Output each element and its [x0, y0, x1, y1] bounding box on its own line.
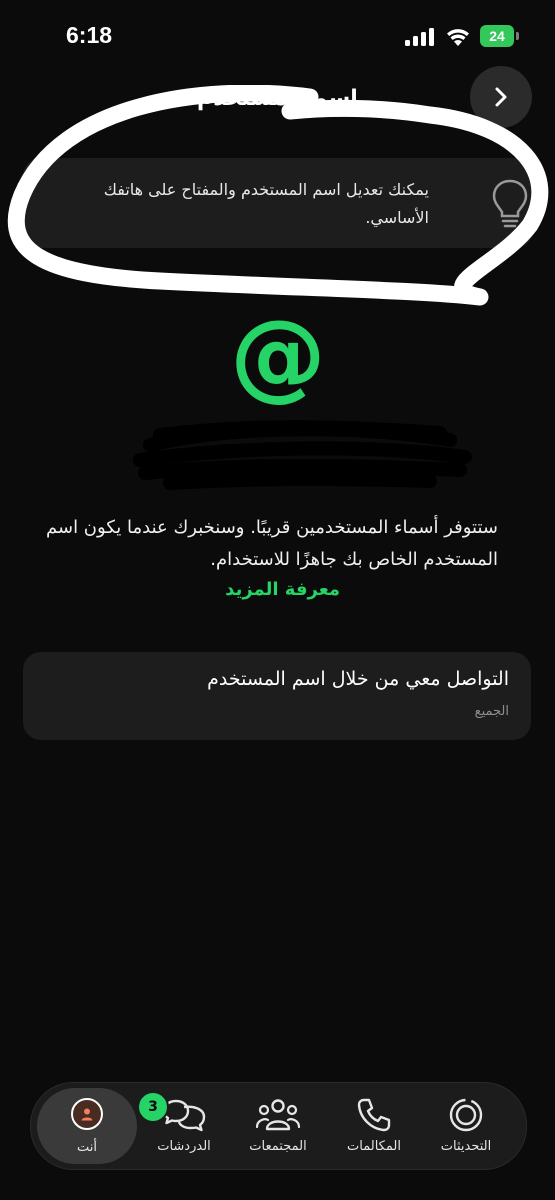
username-info-text: ستتوفر أسماء المستخدمين قريبًا. وسنخبرك …	[46, 517, 498, 570]
bottom-nav: أنت الدردشات 3 المجتمعات المكالمات التحد…	[30, 1082, 527, 1170]
tip-text: يمكنك تعديل اسم المستخدم والمفتاح على ها…	[103, 180, 429, 227]
nav-item-updates[interactable]: التحديثات	[421, 1083, 511, 1169]
phone-icon	[357, 1098, 391, 1132]
battery-cap	[516, 32, 519, 40]
status-indicators: 24	[405, 24, 523, 50]
setting-value: الجميع	[474, 704, 509, 719]
nav-label-you: أنت	[77, 1140, 97, 1155]
nav-label-chats: الدردشات	[157, 1139, 211, 1154]
redacted-username	[133, 420, 472, 490]
nav-label-communities: المجتمعات	[249, 1139, 307, 1154]
cellular-signal-icon	[405, 28, 435, 46]
lightbulb-icon	[492, 179, 528, 228]
learn-more-link[interactable]: معرفة المزيد	[150, 574, 340, 606]
nav-item-you[interactable]: أنت	[37, 1088, 137, 1164]
wifi-icon	[447, 29, 469, 46]
avatar-icon	[71, 1098, 103, 1130]
username-contact-setting[interactable]: التواصل معي من خلال اسم المستخدم الجميع	[23, 652, 531, 740]
status-updates-icon	[449, 1098, 483, 1132]
setting-title: التواصل معي من خلال اسم المستخدم	[207, 668, 509, 690]
at-sign-icon: @	[230, 299, 326, 411]
chevron-right-icon	[495, 87, 507, 107]
battery-level: 24	[480, 25, 514, 47]
nav-label-updates: التحديثات	[440, 1139, 492, 1154]
nav-item-calls[interactable]: المكالمات	[329, 1083, 419, 1169]
nav-label-calls: المكالمات	[347, 1139, 401, 1154]
chats-icon	[162, 1099, 206, 1132]
tip-card: يمكنك تعديل اسم المستخدم والمفتاح على ها…	[23, 158, 533, 248]
page-title: اسم المستخدم	[197, 86, 358, 111]
communities-icon	[255, 1099, 301, 1131]
status-time: 6:18	[66, 22, 113, 48]
chats-unread-badge: 3	[137, 1091, 169, 1123]
back-button[interactable]	[470, 66, 532, 128]
nav-item-communities[interactable]: المجتمعات	[233, 1083, 323, 1169]
